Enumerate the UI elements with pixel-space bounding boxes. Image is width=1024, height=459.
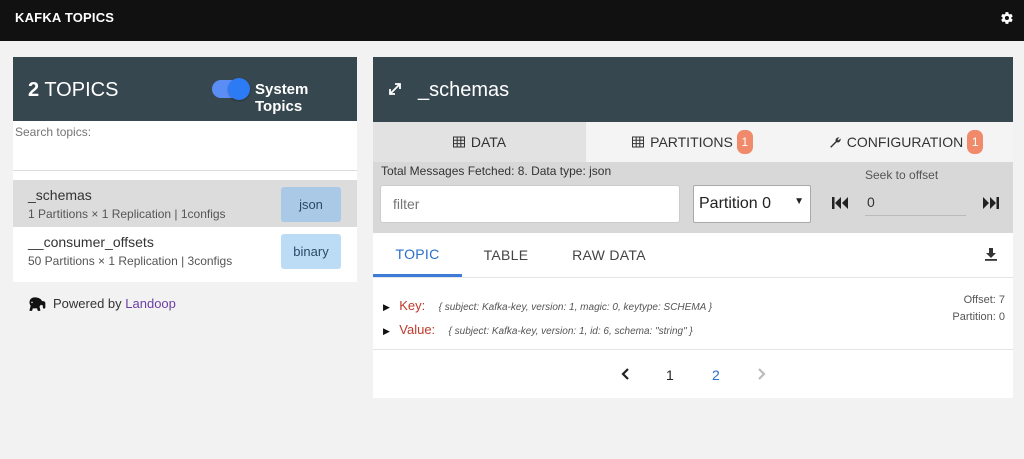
topic-meta: 50 Partitions × 1 Replication | 3configs: [28, 254, 233, 268]
chevron-left-icon[interactable]: [620, 368, 630, 380]
system-topics-label: System Topics: [255, 81, 309, 115]
toggle-knob: [228, 78, 250, 100]
view-tabs: TOPIC TABLE RAW DATA: [373, 233, 1013, 278]
skip-last-icon[interactable]: [982, 196, 1000, 210]
detail-tabs: DATA PARTITIONS 1 CONFIGURATION 1: [373, 122, 1013, 162]
fetch-info: Total Messages Fetched: 8. Data type: js…: [381, 164, 612, 178]
topic-row[interactable]: _schemas 1 Partitions × 1 Replication | …: [13, 180, 357, 227]
tab-table[interactable]: TABLE: [462, 233, 550, 277]
landoop-link[interactable]: Landoop: [125, 296, 176, 311]
tab-configuration[interactable]: CONFIGURATION 1: [799, 122, 1013, 162]
pagination: 1 2: [373, 350, 1013, 398]
download-icon[interactable]: [984, 247, 998, 261]
page-2[interactable]: 2: [712, 367, 720, 383]
record-key-line[interactable]: ▶ Key: { subject: Kafka-key, version: 1,…: [383, 298, 712, 313]
topic-meta: 1 Partitions × 1 Replication | 1configs: [28, 207, 226, 221]
tab-partitions[interactable]: PARTITIONS 1: [586, 122, 799, 162]
topic-detail-header: _schemas: [373, 57, 1013, 122]
tab-data-label: DATA: [470, 134, 507, 150]
expand-arrow-icon[interactable]: ▶: [383, 326, 390, 337]
message-record: ▶ Key: { subject: Kafka-key, version: 1,…: [373, 278, 1013, 350]
seek-label: Seek to offset: [865, 168, 939, 182]
tab-topic[interactable]: TOPIC: [373, 233, 462, 277]
table-icon: [452, 136, 465, 148]
topic-name: __consumer_offsets: [28, 234, 154, 250]
tab-partitions-label: PARTITIONS: [650, 134, 733, 150]
record-key-value: { subject: Kafka-key, version: 1, magic:…: [438, 302, 713, 313]
tab-raw-data[interactable]: RAW DATA: [550, 233, 668, 277]
expand-arrow-icon[interactable]: ▶: [383, 302, 390, 313]
data-controls: Total Messages Fetched: 8. Data type: js…: [373, 162, 1013, 233]
page-1[interactable]: 1: [666, 367, 674, 383]
caret-down-icon: ▼: [794, 196, 804, 207]
topics-header: 2 TOPICS System Topics: [13, 57, 357, 121]
record-partition: Partition: 0: [952, 311, 1005, 323]
seek-offset-input[interactable]: [865, 189, 966, 216]
record-value-value: { subject: Kafka-key, version: 1, id: 6,…: [448, 326, 693, 337]
record-value-line[interactable]: ▶ Value: { subject: Kafka-key, version: …: [383, 322, 693, 337]
partitions-count-badge: 1: [736, 130, 753, 154]
skip-first-icon[interactable]: [831, 196, 849, 210]
expand-icon[interactable]: [388, 82, 402, 96]
app-title: KAFKA TOPICS: [15, 10, 115, 25]
search-container: [13, 121, 357, 180]
chevron-right-icon[interactable]: [757, 368, 767, 380]
tab-configuration-label: CONFIGURATION: [846, 134, 964, 150]
elephant-icon: [29, 297, 46, 311]
record-value-label: Value:: [399, 322, 436, 337]
topic-name: _schemas: [28, 187, 92, 203]
powered-text: Powered by Landoop: [53, 296, 176, 311]
configuration-count-badge: 1: [967, 130, 984, 154]
top-bar: KAFKA TOPICS: [0, 0, 1024, 41]
partition-select-value: Partition 0: [699, 195, 772, 212]
topic-type-button[interactable]: json: [281, 187, 341, 222]
tab-data[interactable]: DATA: [373, 122, 586, 162]
filter-input[interactable]: [380, 185, 680, 223]
topic-title: _schemas: [418, 79, 510, 101]
record-key-label: Key:: [399, 298, 426, 313]
search-input[interactable]: [13, 121, 357, 171]
partition-select[interactable]: Partition 0 ▼: [693, 185, 811, 223]
system-topics-toggle[interactable]: [212, 78, 250, 100]
gear-icon[interactable]: [1000, 11, 1014, 25]
record-offset: Offset: 7: [963, 294, 1005, 306]
table-icon: [632, 136, 645, 148]
wrench-icon: [829, 137, 841, 148]
topic-type-button[interactable]: binary: [281, 234, 341, 269]
topic-row[interactable]: __consumer_offsets 50 Partitions × 1 Rep…: [13, 227, 357, 282]
topics-count: 2 TOPICS: [28, 79, 119, 101]
